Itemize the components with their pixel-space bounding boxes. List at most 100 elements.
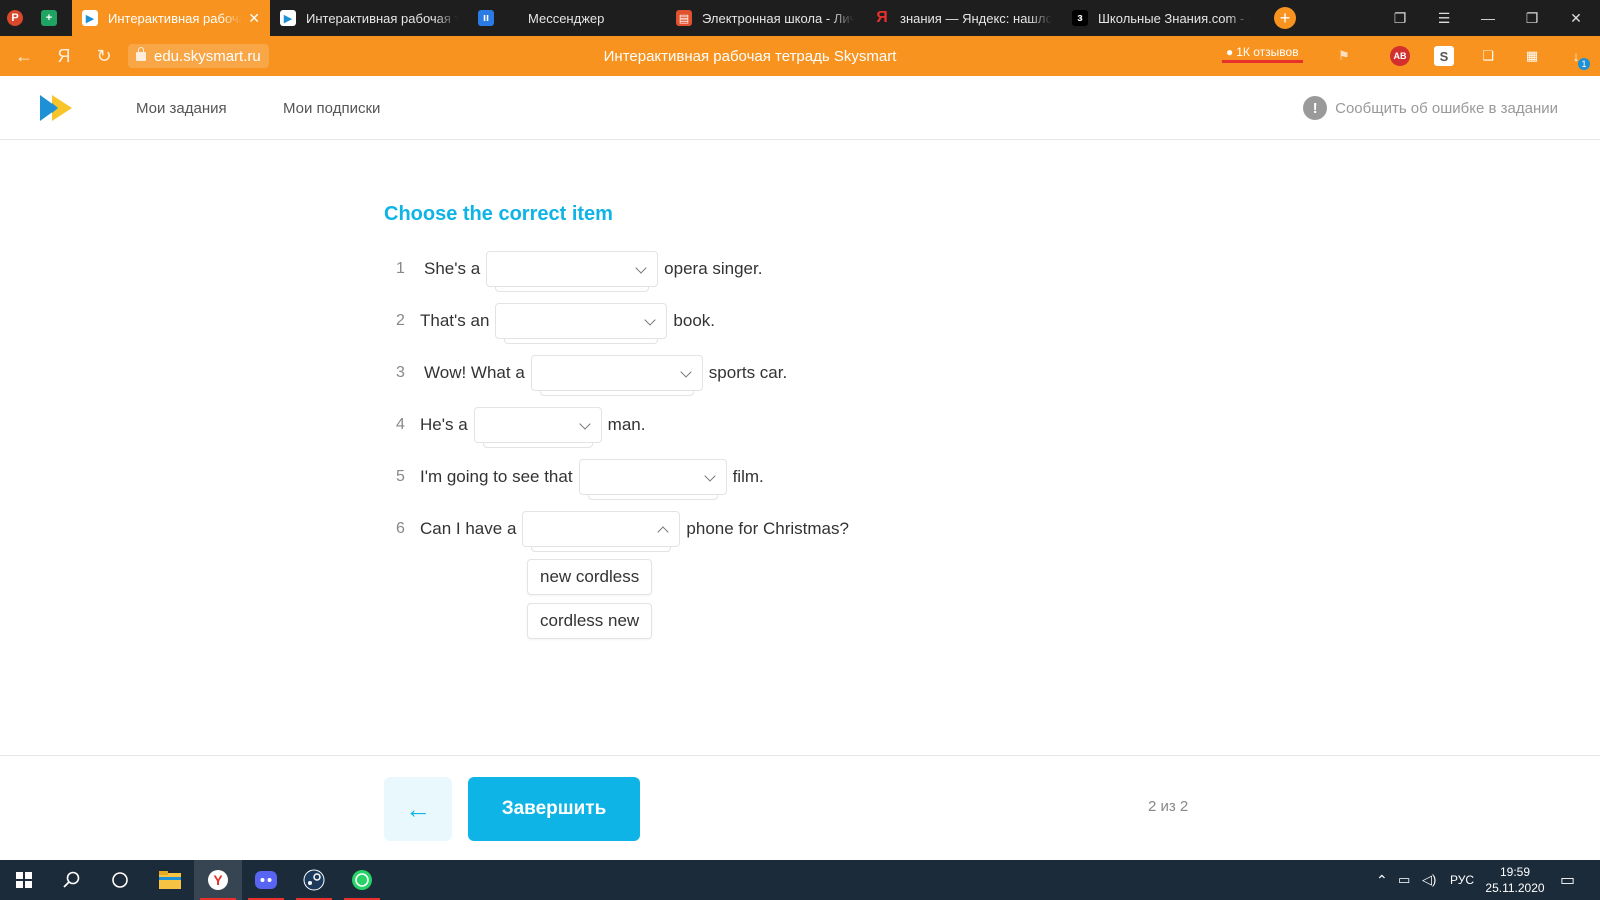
adblock-extension-icon[interactable]: AB bbox=[1390, 46, 1410, 66]
browser-tab-3[interactable]: ıı Мессенджер bbox=[468, 0, 666, 36]
row-text-before: Wow! What a bbox=[424, 363, 525, 382]
clock-time: 19:59 bbox=[1499, 865, 1531, 879]
row-text-after: phone for Christmas? bbox=[686, 519, 849, 538]
exercise-row: 1 She's a opera singer. bbox=[396, 251, 763, 292]
discord-taskbar-icon[interactable] bbox=[242, 860, 290, 900]
reviews-badge[interactable]: ● 1К отзывов bbox=[1222, 43, 1303, 63]
nav-my-tasks[interactable]: Мои задания bbox=[136, 100, 227, 117]
browser-tab-label: Интерактивная рабочая тетрадь Skysmart bbox=[306, 10, 458, 26]
volume-icon[interactable]: ◁) bbox=[1422, 860, 1436, 900]
windows-start-icon[interactable] bbox=[0, 860, 48, 900]
answer-select-open[interactable] bbox=[522, 511, 681, 552]
finish-button[interactable]: Завершить bbox=[468, 777, 640, 841]
answer-select[interactable] bbox=[578, 459, 727, 500]
close-tab-icon[interactable]: ✕ bbox=[248, 10, 260, 27]
browser-tab-2[interactable]: ▶ Интерактивная рабочая тетрадь Skysmart bbox=[270, 0, 468, 36]
dropdown-option[interactable]: cordless new bbox=[527, 603, 653, 639]
dropdown-option[interactable]: new cordless bbox=[527, 559, 653, 595]
chat-bubble-icon: ● bbox=[1226, 44, 1234, 59]
bookmarks-icon[interactable]: ❐ bbox=[1378, 0, 1422, 36]
task-view-icon[interactable] bbox=[96, 860, 144, 900]
browser-tab-label: Мессенджер bbox=[528, 10, 605, 26]
row-number: 5 bbox=[396, 468, 405, 485]
chevron-up-icon bbox=[657, 526, 670, 538]
windows-taskbar: Y ⌃ ▭ ◁) РУС 19:59 25.11.2020 ▭ bbox=[0, 860, 1600, 900]
presentation-app-icon: P bbox=[7, 10, 23, 26]
collections-icon[interactable]: ❏ bbox=[1478, 46, 1498, 66]
site-header: Мои задания Мои подписки ! Сообщить об о… bbox=[0, 76, 1600, 140]
pinned-tab-presentation[interactable]: P bbox=[4, 0, 26, 36]
pinned-tab-sheets[interactable]: + bbox=[38, 0, 60, 36]
bookmark-flag-icon[interactable]: ⚑ bbox=[1334, 46, 1354, 66]
browser-tab-5[interactable]: Я знания — Яндекс: нашлось bbox=[864, 0, 1062, 36]
system-clock[interactable]: 19:59 25.11.2020 bbox=[1480, 864, 1550, 896]
browser-tab-label: Школьные Знания.com - Реши bbox=[1098, 10, 1250, 26]
exercise-row: 2 That's an book. bbox=[396, 303, 715, 344]
report-error-label: Сообщить об ошибке в задании bbox=[1335, 99, 1558, 117]
network-icon[interactable]: ▭ bbox=[1398, 860, 1410, 900]
yandex-home-icon[interactable]: Я bbox=[44, 36, 84, 76]
search-icon[interactable] bbox=[48, 860, 96, 900]
clock-date: 25.11.2020 bbox=[1485, 881, 1545, 895]
exercise-row: 6 Can I have a phone for Christmas? bbox=[396, 511, 849, 552]
row-number: 2 bbox=[396, 312, 405, 329]
row-text-before: Can I have a bbox=[420, 519, 517, 538]
steam-taskbar-icon[interactable] bbox=[290, 860, 338, 900]
browser-tab-label: знания — Яндекс: нашлось bbox=[900, 10, 1052, 26]
browser-tab-1[interactable]: ▶ Интерактивная рабочая тетрадь Skysmart… bbox=[72, 0, 270, 36]
menu-icon[interactable]: ☰ bbox=[1422, 0, 1466, 36]
yandex-browser-taskbar-icon[interactable]: Y bbox=[194, 860, 242, 900]
translate-extension-icon[interactable]: ▦ bbox=[1522, 46, 1542, 66]
select-dropdown-menu: new cordless cordless new bbox=[527, 559, 653, 647]
answer-select[interactable] bbox=[530, 355, 703, 396]
close-window-icon[interactable]: ✕ bbox=[1554, 0, 1598, 36]
warning-icon: ! bbox=[1303, 96, 1328, 120]
s-extension-icon[interactable]: S bbox=[1434, 46, 1454, 66]
browser-tab-bar: P + ▶ Интерактивная рабочая тетрадь Skys… bbox=[0, 0, 1600, 36]
answer-select[interactable] bbox=[473, 407, 602, 448]
exercise-row: 4 He's a man. bbox=[396, 407, 645, 448]
whatsapp-taskbar-icon[interactable] bbox=[338, 860, 386, 900]
minimize-icon[interactable]: — bbox=[1466, 0, 1510, 36]
row-text-before: He's a bbox=[420, 415, 468, 434]
new-tab-button[interactable]: + bbox=[1274, 7, 1296, 29]
chevron-down-icon bbox=[635, 262, 647, 274]
row-text-after: opera singer. bbox=[664, 259, 763, 278]
previous-page-button[interactable]: ← bbox=[384, 777, 452, 841]
row-number: 6 bbox=[396, 520, 405, 537]
chevron-down-icon bbox=[578, 418, 591, 430]
browser-tab-4[interactable]: ▤ Электронная школа - Личный кабинет bbox=[666, 0, 864, 36]
skysmart-logo-icon[interactable] bbox=[40, 95, 76, 121]
answer-select[interactable] bbox=[486, 251, 659, 292]
tray-chevron-icon[interactable]: ⌃ bbox=[1376, 860, 1388, 900]
chevron-down-icon bbox=[680, 366, 692, 378]
yandex-favicon-icon: Я bbox=[876, 9, 888, 26]
file-explorer-icon[interactable] bbox=[146, 860, 194, 900]
skysmart-favicon-icon: ▶ bbox=[82, 10, 98, 26]
sheets-app-icon: + bbox=[41, 10, 57, 26]
reload-icon[interactable]: ↻ bbox=[84, 36, 124, 76]
row-text-after: sports car. bbox=[708, 363, 788, 382]
row-text-before: She's a bbox=[424, 259, 481, 278]
language-indicator[interactable]: РУС bbox=[1450, 860, 1474, 900]
school-favicon-icon: ▤ bbox=[676, 10, 692, 26]
report-error-link[interactable]: ! Сообщить об ошибке в задании bbox=[1303, 96, 1558, 120]
reviews-label: 1К отзывов bbox=[1236, 44, 1299, 59]
restore-icon[interactable]: ❐ bbox=[1510, 0, 1554, 36]
row-text-after: film. bbox=[732, 467, 764, 486]
row-text-before: I'm going to see that bbox=[420, 467, 573, 486]
chevron-down-icon bbox=[644, 314, 657, 326]
url-field[interactable]: edu.skysmart.ru bbox=[128, 44, 269, 68]
notifications-icon[interactable]: ▭ bbox=[1560, 860, 1575, 900]
browser-tab-6[interactable]: з Школьные Знания.com - Реши bbox=[1062, 0, 1260, 36]
lock-icon bbox=[136, 46, 146, 61]
back-arrow-icon[interactable]: ← bbox=[4, 36, 44, 76]
browser-tab-label: Электронная школа - Личный кабинет bbox=[702, 10, 854, 26]
messenger-favicon-icon: ıı bbox=[478, 10, 494, 26]
row-text-before: That's an bbox=[420, 311, 490, 330]
nav-my-subscriptions[interactable]: Мои подписки bbox=[283, 100, 380, 117]
downloads-badge: 1 bbox=[1578, 58, 1590, 70]
exercise-row: 3 Wow! What a sports car. bbox=[396, 355, 788, 396]
exercise-row: 5 I'm going to see that film. bbox=[396, 459, 764, 500]
answer-select[interactable] bbox=[495, 303, 668, 344]
